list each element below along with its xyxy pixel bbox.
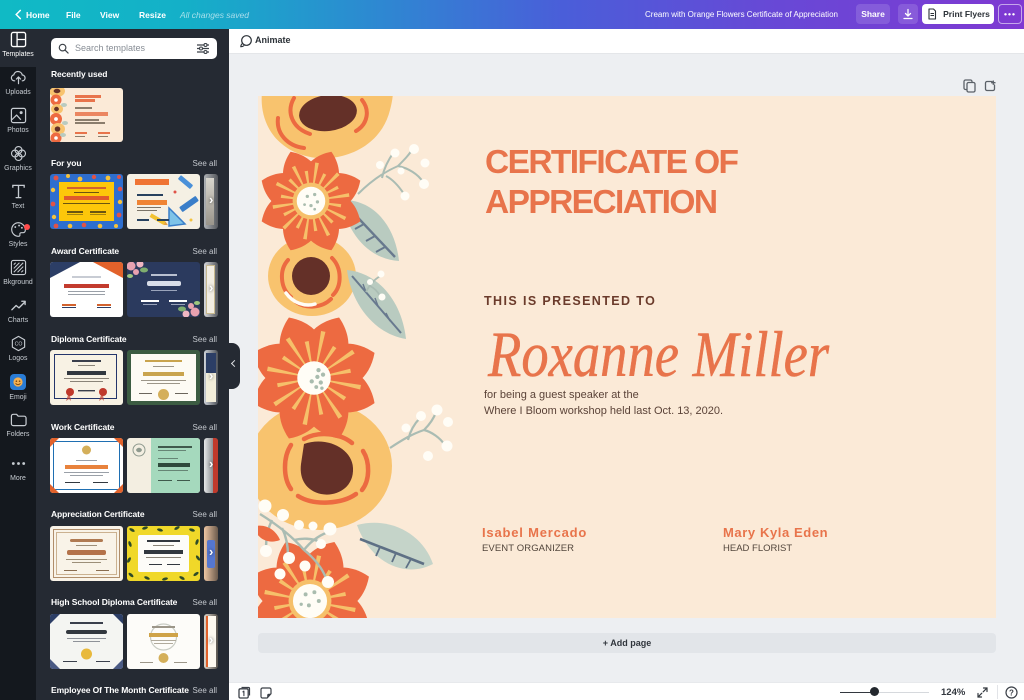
svg-text:CO: CO xyxy=(14,341,22,347)
svg-text:?: ? xyxy=(1009,688,1014,697)
